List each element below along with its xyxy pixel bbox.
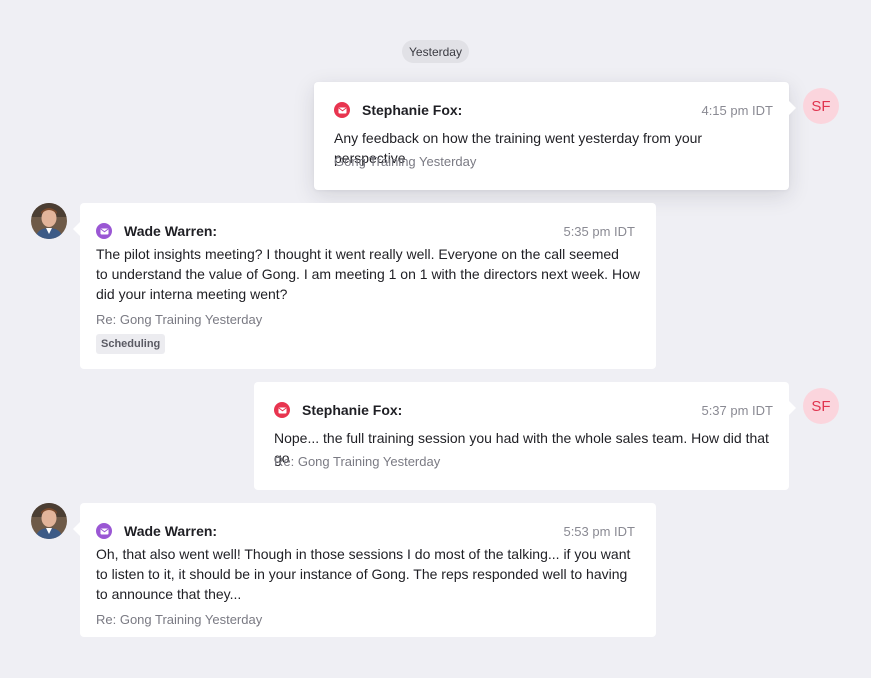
sender-name: Wade Warren:: [124, 523, 218, 539]
message-time: 5:35 pm IDT: [563, 223, 635, 239]
message-card[interactable]: Wade Warren: 5:53 pm IDT Oh, that also w…: [73, 503, 656, 637]
sender-name: Wade Warren:: [124, 223, 218, 239]
message-body-line: to listen to it, it should be in your in…: [96, 566, 628, 582]
message-body-line: did your interna meeting went?: [96, 286, 288, 302]
message-subject[interactable]: Re: Gong Training Yesterday: [96, 612, 262, 627]
sender-name: Stephanie Fox:: [302, 402, 403, 418]
message-body-line: Oh, that also went well! Though in those…: [96, 546, 631, 562]
message-time: 5:37 pm IDT: [701, 402, 773, 418]
message-time: 4:15 pm IDT: [701, 102, 773, 118]
mail-icon: [274, 402, 290, 418]
mail-icon: [96, 223, 112, 239]
sender-name: Stephanie Fox:: [362, 102, 463, 118]
avatar: [31, 203, 67, 239]
message-body: Oh, that also went well! Though in those…: [96, 544, 640, 604]
message-subject[interactable]: Re: Gong Training Yesterday: [96, 312, 262, 327]
avatar: SF: [803, 88, 839, 124]
message-subject[interactable]: Re: Gong Training Yesterday: [274, 454, 440, 469]
mail-icon: [96, 523, 112, 539]
message-subject[interactable]: Gong Training Yesterday: [334, 154, 476, 169]
message-body: The pilot insights meeting? I thought it…: [96, 244, 640, 304]
message-time: 5:53 pm IDT: [563, 523, 635, 539]
message-card[interactable]: Wade Warren: 5:35 pm IDT The pilot insig…: [73, 203, 656, 369]
tag-badge[interactable]: Scheduling: [96, 334, 166, 354]
avatar: SF: [803, 388, 839, 424]
message-body-line: to understand the value of Gong. I am me…: [96, 266, 640, 282]
message-body-line: The pilot insights meeting? I thought it…: [96, 246, 619, 262]
message-card[interactable]: Stephanie Fox: 4:15 pm IDT Any feedback …: [314, 82, 796, 190]
mail-icon: [334, 102, 350, 118]
message-card[interactable]: Stephanie Fox: 5:37 pm IDT Nope... the f…: [254, 382, 796, 490]
avatar: [31, 503, 67, 539]
date-separator: Yesterday: [402, 40, 469, 63]
message-body-line: to announce that they...: [96, 586, 242, 602]
